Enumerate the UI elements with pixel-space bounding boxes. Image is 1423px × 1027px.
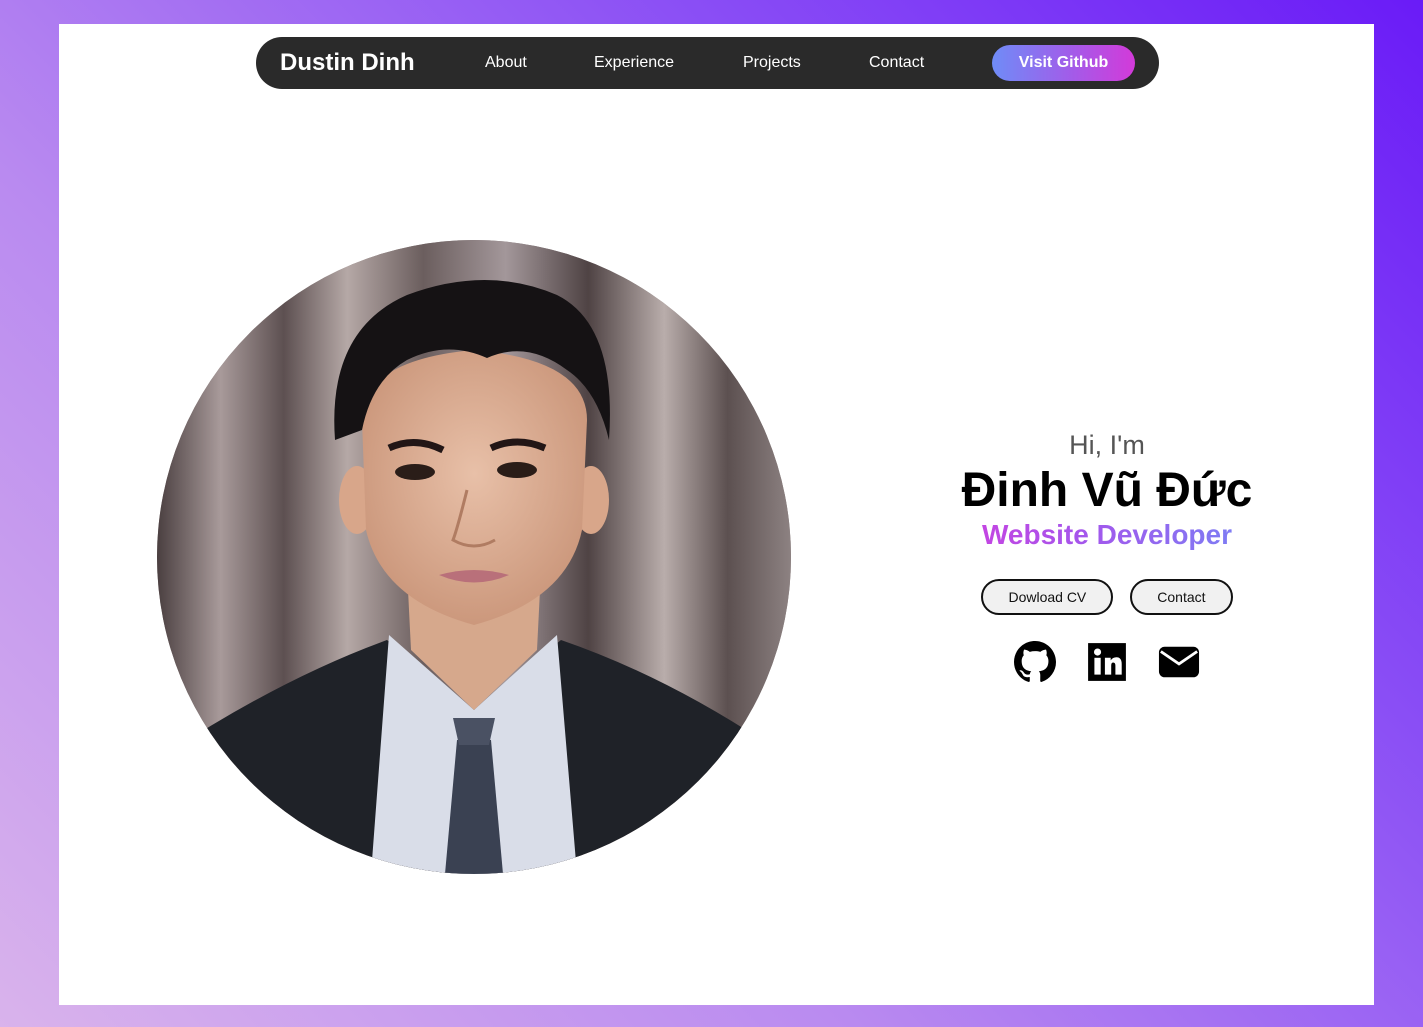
nav-link-experience[interactable]: Experience bbox=[594, 54, 674, 72]
contact-button[interactable]: Contact bbox=[1130, 579, 1233, 615]
hero-role: Website Developer bbox=[919, 519, 1295, 551]
greeting-text: Hi, I'm bbox=[1069, 430, 1145, 460]
page-container: Dustin Dinh About Experience Projects Co… bbox=[59, 24, 1374, 1005]
nav-link-contact[interactable]: Contact bbox=[869, 54, 924, 72]
email-icon[interactable] bbox=[1158, 641, 1200, 683]
top-navbar: Dustin Dinh About Experience Projects Co… bbox=[256, 37, 1159, 89]
brand-logo[interactable]: Dustin Dinh bbox=[280, 49, 415, 77]
nav-link-about[interactable]: About bbox=[485, 54, 527, 72]
github-icon[interactable] bbox=[1014, 641, 1056, 683]
linkedin-icon[interactable] bbox=[1086, 641, 1128, 683]
social-links bbox=[919, 641, 1295, 683]
visit-github-button[interactable]: Visit Github bbox=[992, 45, 1135, 81]
profile-photo bbox=[157, 240, 791, 874]
hero-intro: Hi, I'm Đinh Vũ Đức Website Developer Do… bbox=[919, 429, 1295, 683]
hero-name: Đinh Vũ Đức bbox=[961, 464, 1253, 517]
download-cv-button[interactable]: Dowload CV bbox=[981, 579, 1114, 615]
nav-link-projects[interactable]: Projects bbox=[743, 54, 801, 72]
hero-buttons: Dowload CV Contact bbox=[919, 579, 1295, 615]
